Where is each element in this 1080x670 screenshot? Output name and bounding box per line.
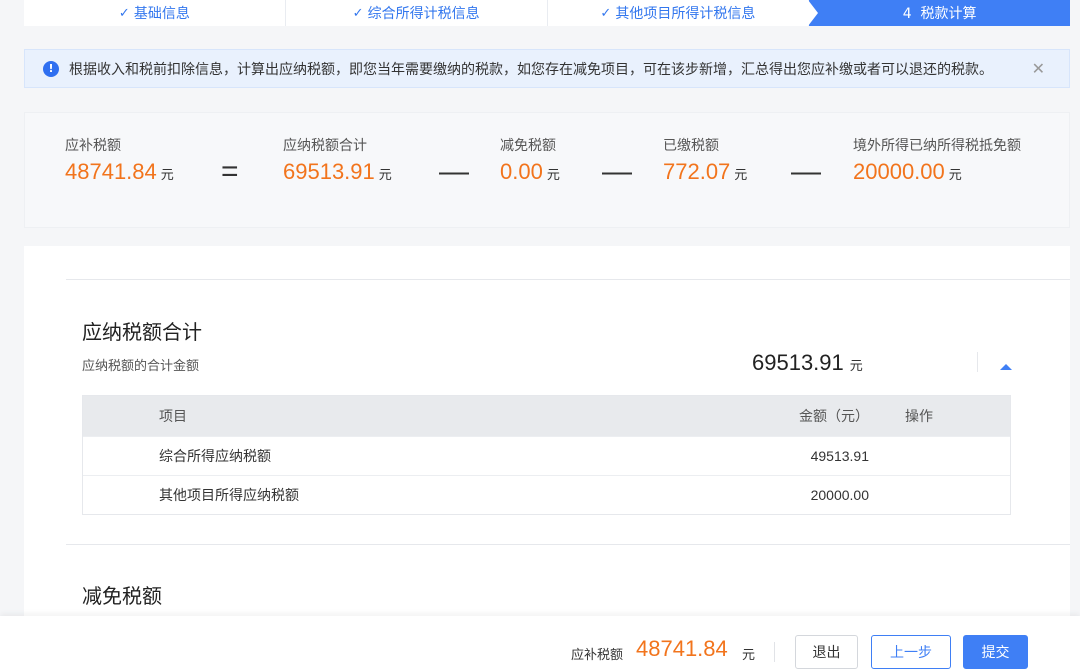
- unit-label: 元: [734, 167, 748, 182]
- divider: [66, 279, 1070, 280]
- formula-label: 应纳税额合计: [283, 138, 367, 154]
- tax-formula: 应补税额 48741.84 元 = 应纳税额合计 69513.91 元 — 减免税额…: [24, 112, 1070, 228]
- header-amount: 金额（元）: [799, 409, 869, 425]
- header-op: 操作: [905, 409, 933, 425]
- cell-amount: 20000.00: [810, 487, 869, 503]
- formula-paid: 已缴税额 772.07 元: [663, 135, 747, 185]
- formula-value: 20000.00: [853, 159, 945, 184]
- equals-operator: =: [221, 155, 239, 188]
- header-name: 项目: [159, 409, 187, 425]
- table-row: 综合所得应纳税额 49513.91: [83, 436, 1010, 475]
- footer-bar: 应补税额 48741.84 元 退出 上一步 提交: [0, 616, 1080, 670]
- formula-label: 应补税额: [65, 138, 121, 154]
- formula-value: 48741.84: [65, 159, 157, 184]
- step-label: 综合所得计税信息: [367, 6, 480, 22]
- formula-payable: 应补税额 48741.84 元: [65, 135, 174, 185]
- minus-operator: —: [439, 155, 469, 188]
- cell-name: 其他项目所得应纳税额: [159, 488, 299, 504]
- table-header: 项目 金额（元） 操作: [83, 396, 1010, 436]
- divider: [977, 352, 978, 372]
- minus-operator: —: [791, 155, 821, 188]
- formula-value: 0.00: [500, 159, 543, 184]
- formula-foreign-credit: 境外所得已纳所得税抵免额 20000.00 元: [853, 135, 1021, 185]
- steps-bar: ✓ 基础信息 ✓ 综合所得计税信息 ✓ 其他项目所得计税信息 4 税款计算: [24, 0, 1070, 26]
- section-total: 69513.91 元: [752, 350, 863, 376]
- check-icon: ✓: [600, 5, 612, 21]
- cell-amount: 49513.91: [810, 448, 869, 464]
- tax-table: 项目 金额（元） 操作 综合所得应纳税额 49513.91 其他项目所得应纳税额…: [82, 395, 1011, 515]
- table-row: 其他项目所得应纳税额 20000.00: [83, 475, 1010, 514]
- close-icon[interactable]: ✕: [1032, 59, 1045, 78]
- info-alert: ! 根据收入和税前扣除信息，计算出应纳税额，即您当年需要缴纳的税款，如您存在减免…: [24, 49, 1070, 88]
- section-title: 应纳税额合计: [82, 320, 202, 344]
- formula-value: 772.07: [663, 159, 731, 184]
- formula-label: 已缴税额: [663, 138, 719, 154]
- step-basic-info[interactable]: ✓ 基础信息: [24, 0, 286, 26]
- unit-label: 元: [742, 648, 756, 663]
- unit-label: 元: [378, 167, 392, 182]
- formula-relief: 减免税额 0.00 元: [500, 135, 560, 185]
- footer-value: 48741.84: [636, 636, 728, 661]
- exit-button[interactable]: 退出: [795, 635, 858, 669]
- section-title: 减免税额: [82, 584, 162, 608]
- minus-operator: —: [602, 155, 632, 188]
- check-icon: ✓: [118, 5, 130, 21]
- section-total-value: 69513.91: [752, 350, 844, 375]
- step-comprehensive-income[interactable]: ✓ 综合所得计税信息: [285, 0, 548, 26]
- unit-label: 元: [546, 167, 560, 182]
- step-label: 其他项目所得计税信息: [615, 6, 756, 22]
- alert-text: 根据收入和税前扣除信息，计算出应纳税额，即您当年需要缴纳的税款，如您存在减免项目…: [69, 61, 993, 78]
- unit-label: 元: [160, 167, 174, 182]
- section-subtitle: 应纳税额的合计金额: [82, 359, 200, 374]
- unit-label: 元: [948, 167, 962, 182]
- step-label: 基础信息: [133, 6, 190, 22]
- collapse-icon[interactable]: [998, 358, 1014, 370]
- footer-label: 应补税额: [571, 648, 624, 663]
- divider: [774, 642, 775, 662]
- detail-card: 应纳税额合计 应纳税额的合计金额 69513.91 元 项目 金额（元） 操作 综…: [24, 246, 1070, 616]
- divider: [66, 544, 1070, 545]
- info-icon: !: [43, 60, 59, 77]
- cell-name: 综合所得应纳税额: [159, 449, 271, 465]
- formula-label: 境外所得已纳所得税抵免额: [853, 138, 1021, 154]
- formula-label: 减免税额: [500, 138, 556, 154]
- prev-step-button[interactable]: 上一步: [871, 635, 951, 669]
- formula-value: 69513.91: [283, 159, 375, 184]
- formula-tax-total: 应纳税额合计 69513.91 元: [283, 135, 392, 185]
- unit-label: 元: [849, 358, 863, 373]
- step-other-income[interactable]: ✓ 其他项目所得计税信息: [547, 0, 810, 26]
- submit-button[interactable]: 提交: [963, 635, 1028, 669]
- step-label: 4 税款计算: [902, 6, 977, 22]
- step-tax-calculation[interactable]: 4 税款计算: [808, 0, 1070, 26]
- check-icon: ✓: [352, 5, 364, 21]
